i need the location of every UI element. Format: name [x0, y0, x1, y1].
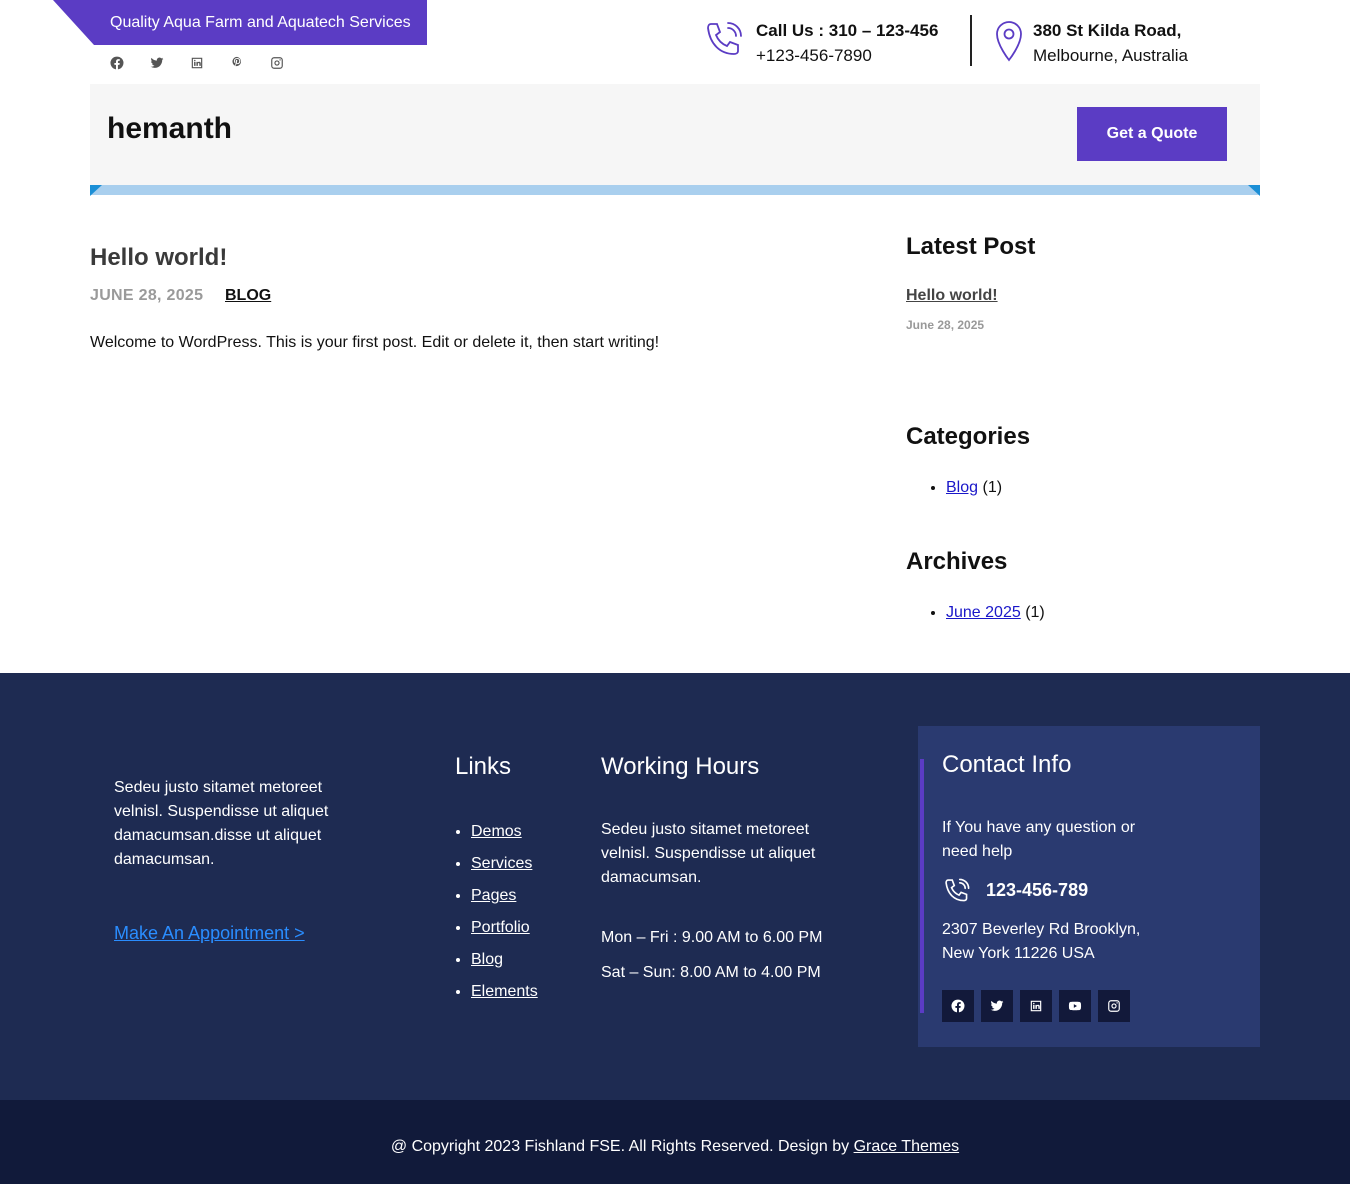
- list-item: Elements: [471, 983, 538, 1015]
- contact-info-heading: Contact Info: [942, 751, 1072, 778]
- header-corner-right: [1248, 185, 1260, 196]
- footer-link-demos[interactable]: Demos: [471, 823, 522, 840]
- category-count: (1): [982, 479, 1003, 496]
- working-hours-text: Sedeu justo sitamet metoreet velnisl. Su…: [601, 821, 816, 886]
- contact-accent-bar: [920, 759, 924, 1013]
- twitter-icon[interactable]: [981, 990, 1013, 1022]
- address-block: 380 St Kilda Road, Melbourne, Australia: [993, 18, 1188, 68]
- latest-post-date: June 28, 2025: [906, 318, 985, 332]
- archives-list: June 2025 (1): [928, 604, 1045, 622]
- footer-link-pages[interactable]: Pages: [471, 887, 516, 904]
- location-pin-icon: [993, 18, 1037, 68]
- list-item: Services: [471, 855, 538, 887]
- footer-links-list: Demos Services Pages Portfolio Blog Elem…: [471, 823, 538, 1015]
- post-title[interactable]: Hello world!: [90, 244, 227, 272]
- top-divider: [970, 15, 972, 66]
- list-item: Pages: [471, 887, 538, 919]
- footer-link-portfolio[interactable]: Portfolio: [471, 919, 530, 936]
- header-accent-strip: [90, 185, 1260, 195]
- footer-link-blog[interactable]: Blog: [471, 951, 503, 968]
- address-line1: 380 St Kilda Road,: [1033, 21, 1182, 40]
- call-us-number[interactable]: +123-456-7890: [756, 43, 938, 68]
- top-social-links: [110, 56, 284, 70]
- address-line2: Melbourne, Australia: [1033, 46, 1188, 65]
- post-excerpt: Welcome to WordPress. This is your first…: [90, 334, 660, 351]
- site-header: hemanth Get a Quote: [90, 84, 1260, 185]
- grace-themes-link[interactable]: Grace Themes: [854, 1138, 960, 1155]
- facebook-icon[interactable]: [110, 56, 124, 70]
- copyright-prefix: @ Copyright 2023 Fishland FSE. All Right…: [390, 1138, 850, 1155]
- youtube-icon[interactable]: [1059, 990, 1091, 1022]
- footer-link-elements[interactable]: Elements: [471, 983, 538, 1000]
- post-category-link[interactable]: BLOG: [225, 287, 271, 305]
- latest-post-heading: Latest Post: [906, 233, 1036, 260]
- hours-weekday: Mon – Fri : 9.00 AM to 6.00 PM: [601, 929, 823, 946]
- footer-links-heading: Links: [455, 753, 512, 780]
- footer-about-text: Sedeu justo sitamet metoreet velnisl. Su…: [114, 779, 329, 868]
- list-item: Demos: [471, 823, 538, 855]
- footer-social-links: [942, 990, 1130, 1022]
- facebook-icon[interactable]: [942, 990, 974, 1022]
- header-corner-left: [90, 185, 102, 196]
- site-title[interactable]: hemanth: [107, 112, 232, 146]
- contact-phone-number[interactable]: 123-456-789: [986, 880, 1088, 901]
- phone-icon: [702, 18, 746, 68]
- footer-link-services[interactable]: Services: [471, 855, 532, 872]
- archive-count: (1): [1025, 604, 1045, 621]
- archive-link-june-2025[interactable]: June 2025: [946, 604, 1021, 621]
- call-us-label: Call Us : 310 – 123-456: [756, 21, 939, 40]
- get-a-quote-button[interactable]: Get a Quote: [1077, 107, 1227, 161]
- list-item: June 2025 (1): [946, 604, 1045, 622]
- copyright-text: @ Copyright 2023 Fishland FSE. All Right…: [0, 1138, 1350, 1156]
- contact-question-text: If You have any question or need help: [942, 819, 1136, 860]
- make-appointment-link[interactable]: Make An Appointment >: [114, 923, 305, 944]
- instagram-icon[interactable]: [270, 56, 284, 70]
- contact-address: 2307 Beverley Rd Brooklyn, New York 1122…: [942, 921, 1141, 962]
- latest-post-link[interactable]: Hello world!: [906, 287, 998, 305]
- linkedin-icon[interactable]: [190, 56, 204, 70]
- category-link-blog[interactable]: Blog: [946, 479, 978, 496]
- working-hours-heading: Working Hours: [601, 753, 760, 780]
- site-footer: Sedeu justo sitamet metoreet velnisl. Su…: [0, 673, 1350, 1100]
- tagline-banner: Quality Aqua Farm and Aquatech Services: [53, 0, 427, 45]
- list-item: Blog (1): [946, 479, 1002, 497]
- linkedin-icon[interactable]: [1020, 990, 1052, 1022]
- post-date: JUNE 28, 2025: [90, 287, 204, 304]
- list-item: Blog: [471, 951, 538, 983]
- list-item: Portfolio: [471, 919, 538, 951]
- pinterest-icon[interactable]: [230, 56, 244, 70]
- contact-info-box: Contact Info If You have any question or…: [918, 726, 1260, 1047]
- twitter-icon[interactable]: [150, 56, 164, 70]
- call-us-block: Call Us : 310 – 123-456 +123-456-7890: [702, 18, 938, 68]
- archives-heading: Archives: [906, 548, 1008, 575]
- copyright-bar: @ Copyright 2023 Fishland FSE. All Right…: [0, 1100, 1350, 1184]
- instagram-icon[interactable]: [1098, 990, 1130, 1022]
- categories-heading: Categories: [906, 423, 1031, 450]
- hours-weekend: Sat – Sun: 8.00 AM to 4.00 PM: [601, 964, 821, 981]
- categories-list: Blog (1): [928, 479, 1002, 497]
- phone-icon: [942, 876, 972, 911]
